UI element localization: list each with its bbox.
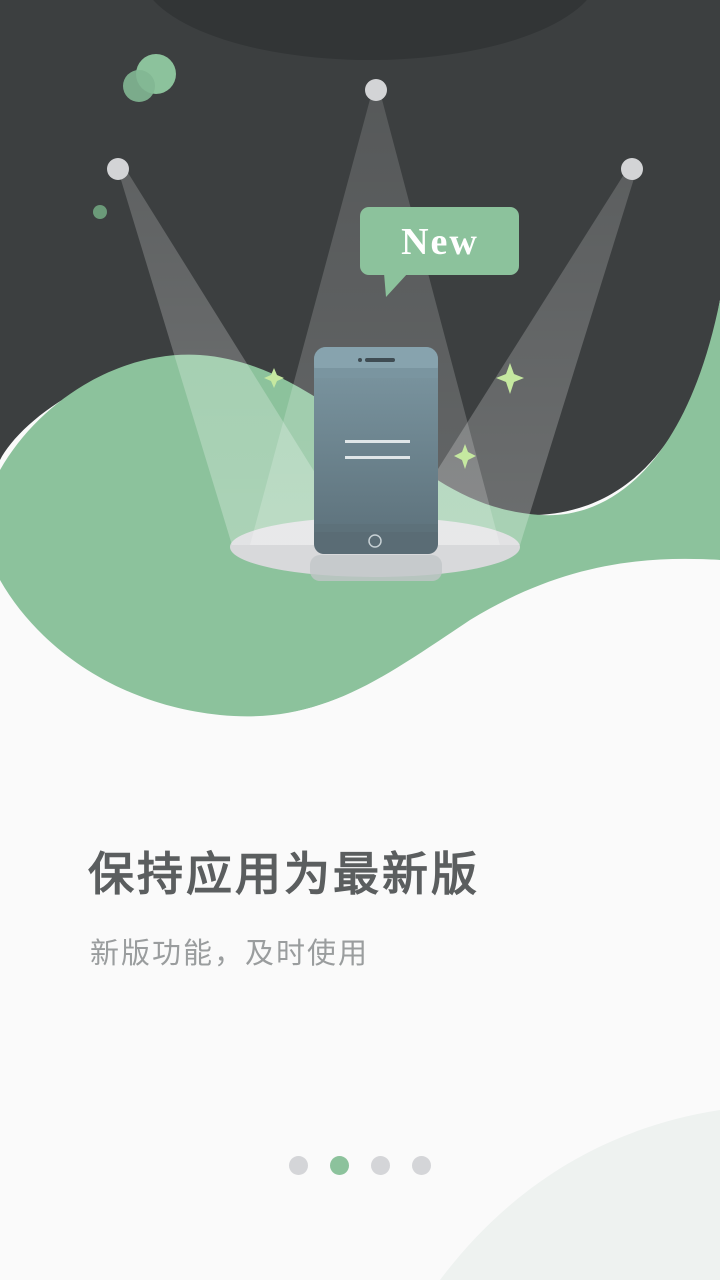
decor-circle-small (93, 205, 107, 219)
page-title: 保持应用为最新版 (88, 847, 480, 901)
page-indicator (0, 1156, 720, 1176)
spotlight-right (621, 158, 643, 180)
page-subtitle: 新版功能，及时使用 (90, 936, 370, 970)
page-dot-4[interactable] (412, 1156, 431, 1175)
spotlight-center (365, 79, 387, 101)
page-dot-2[interactable] (330, 1156, 349, 1175)
page-dot-1[interactable] (289, 1156, 308, 1175)
new-badge-text: New (401, 221, 479, 263)
decor-circle-medium (123, 70, 155, 102)
phone-icon (314, 347, 438, 554)
phone-reflection (310, 555, 442, 581)
page-dot-3[interactable] (371, 1156, 390, 1175)
spotlight-left (107, 158, 129, 180)
onboarding-screen: New 保持应用为最新版 新版功能，及时使用 (0, 0, 720, 1280)
new-version-illustration: New (0, 0, 720, 1280)
